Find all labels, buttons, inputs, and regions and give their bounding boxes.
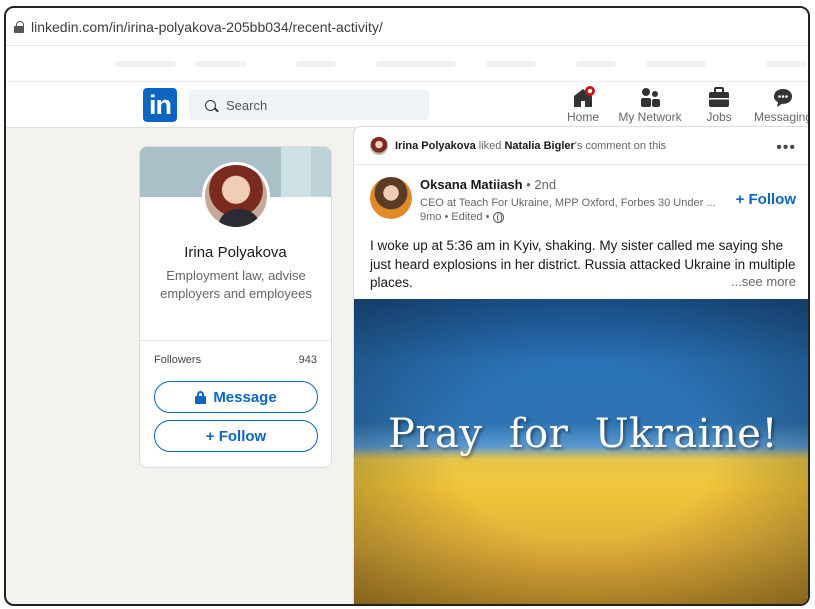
follow-button-label: + Follow bbox=[205, 427, 267, 445]
address-bar[interactable]: linkedin.com/in/irina-polyakova-205bb034… bbox=[6, 8, 808, 46]
followers-count: 943 bbox=[298, 354, 317, 366]
divider bbox=[140, 340, 331, 341]
bookmark-placeholder bbox=[116, 61, 176, 67]
activity-header: Irina Polyakova liked Natalia Bigler 's … bbox=[354, 127, 808, 165]
bookmark-placeholder bbox=[296, 61, 336, 67]
bookmark-placeholder bbox=[196, 61, 246, 67]
banner-stripe bbox=[311, 147, 331, 197]
activity-actor[interactable]: Irina Polyakova bbox=[395, 140, 476, 152]
activity-suffix: 's comment on this bbox=[574, 139, 667, 152]
nav-my-network-label: My Network bbox=[618, 110, 682, 124]
bookmark-placeholder bbox=[576, 61, 616, 67]
lock-icon bbox=[195, 390, 207, 404]
follow-author-button[interactable]: + Follow bbox=[736, 191, 796, 208]
nav-home-label: Home bbox=[566, 110, 599, 124]
author-name[interactable]: Oksana Matiiash bbox=[420, 177, 523, 192]
search-input[interactable]: Search bbox=[189, 90, 429, 120]
nav-messaging[interactable]: Messaging bbox=[753, 86, 810, 126]
profile-name[interactable]: Irina Polyakova bbox=[140, 244, 331, 261]
briefcase-icon bbox=[707, 86, 731, 108]
followers-label: Followers bbox=[154, 354, 202, 366]
network-icon bbox=[638, 86, 662, 108]
nav-jobs[interactable]: Jobs bbox=[702, 86, 736, 126]
feed-post: Irina Polyakova liked Natalia Bigler 's … bbox=[353, 126, 808, 604]
more-options-icon[interactable]: ••• bbox=[776, 139, 796, 157]
search-placeholder: Search bbox=[226, 97, 268, 113]
url-text[interactable]: linkedin.com/in/irina-polyakova-205bb034… bbox=[31, 19, 383, 35]
profile-card: Irina Polyakova Employment law, advise e… bbox=[139, 146, 332, 468]
post-image[interactable]: Pray for Ukraine! bbox=[354, 299, 808, 604]
author-avatar[interactable] bbox=[370, 177, 412, 219]
globe-icon bbox=[493, 211, 505, 223]
nav-messaging-label: Messaging bbox=[753, 110, 810, 124]
nav-jobs-label: Jobs bbox=[706, 110, 732, 124]
message-button[interactable]: Message bbox=[154, 381, 318, 413]
bookmark-placeholder bbox=[486, 61, 536, 67]
connection-degree: • 2nd bbox=[522, 177, 557, 192]
bookmark-placeholder bbox=[766, 61, 806, 67]
author-subtitle: CEO at Teach For Ukraine, MPP Oxford, Fo… bbox=[420, 197, 716, 209]
lock-icon bbox=[14, 20, 24, 33]
nav-my-network[interactable]: My Network bbox=[617, 86, 683, 126]
messaging-icon bbox=[771, 86, 795, 108]
actor-avatar[interactable] bbox=[370, 136, 388, 155]
activity-target[interactable]: Natalia Bigler bbox=[504, 140, 574, 152]
linkedin-navbar: in Search Home My Network Jobs Messaging bbox=[6, 82, 808, 128]
bookmark-placeholder bbox=[376, 61, 456, 67]
profile-headline: Employment law, advise employers and emp… bbox=[160, 268, 312, 301]
post-meta: 9mo • Edited • bbox=[420, 211, 505, 223]
activity-verb: liked bbox=[475, 139, 505, 152]
bookmarks-bar bbox=[6, 46, 808, 82]
post-time: 9mo • Edited • bbox=[420, 211, 490, 223]
profile-avatar[interactable] bbox=[202, 162, 270, 230]
banner-stripe bbox=[281, 147, 311, 197]
follow-button[interactable]: + Follow bbox=[154, 420, 318, 452]
linkedin-logo[interactable]: in bbox=[143, 88, 177, 122]
bookmark-placeholder bbox=[646, 61, 706, 67]
search-icon bbox=[205, 99, 216, 111]
nav-home[interactable]: Home bbox=[566, 86, 600, 126]
see-more-link[interactable]: ...see more bbox=[731, 274, 796, 289]
message-button-label: Message bbox=[213, 388, 277, 406]
author-line: Oksana Matiiash • 2nd bbox=[420, 177, 556, 192]
home-icon bbox=[571, 86, 595, 108]
browser-window: linkedin.com/in/irina-polyakova-205bb034… bbox=[4, 6, 810, 606]
image-caption: Pray for Ukraine! bbox=[387, 411, 779, 457]
